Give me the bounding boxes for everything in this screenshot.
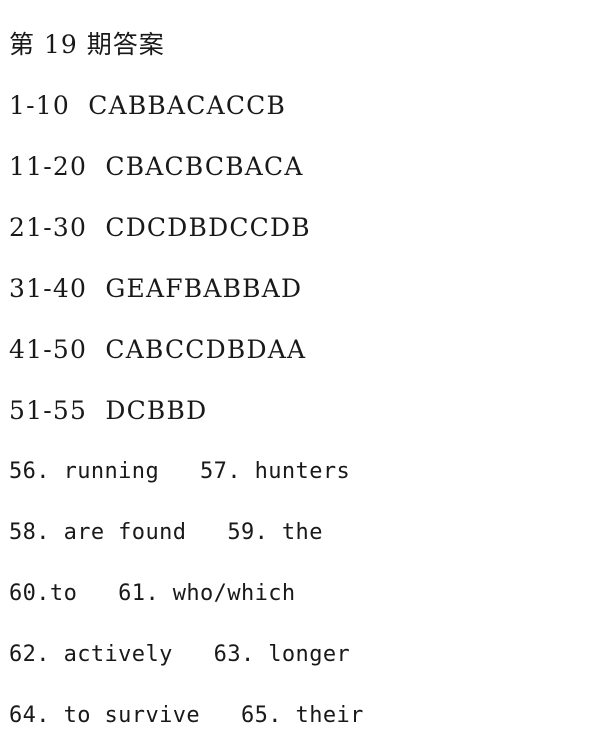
answer-line-62-63: 62. actively 63. longer: [9, 642, 351, 667]
answer-line-60-61: 60.to 61. who/which: [9, 581, 296, 606]
answer-line-11-20: 11-20 CBACBCBACA: [9, 152, 304, 181]
answer-line-21-30: 21-30 CDCDBDCCDB: [9, 213, 311, 242]
answer-line-31-40: 31-40 GEAFBABBAD: [9, 274, 303, 303]
answer-line-64-65: 64. to survive 65. their: [9, 703, 364, 728]
page-title: 第 19 期答案: [9, 30, 165, 59]
answer-line-51-55: 51-55 DCBBD: [9, 396, 208, 425]
answer-line-56-57: 56. running 57. hunters: [9, 459, 351, 484]
answer-sheet: 第 19 期答案 1-10 CABBACACCB 11-20 CBACBCBAC…: [0, 0, 592, 754]
answer-line-58-59: 58. are found 59. the: [9, 520, 323, 545]
answer-line-1-10: 1-10 CABBACACCB: [9, 91, 287, 120]
answer-line-41-50: 41-50 CABCCDBDAA: [9, 335, 307, 364]
